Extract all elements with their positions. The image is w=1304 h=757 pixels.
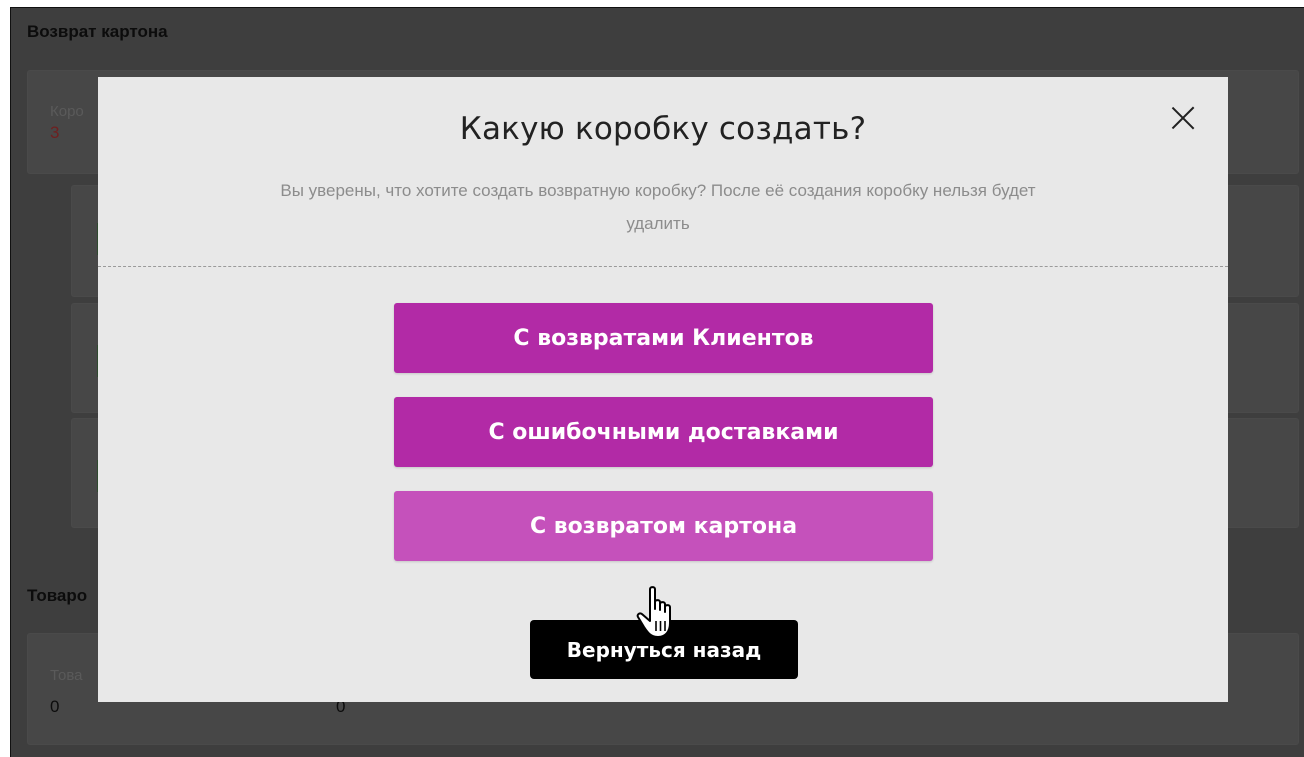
dialog-description-line2: удалить <box>626 214 690 233</box>
boxes-count: 3 <box>50 123 60 142</box>
goods-label: Това <box>50 667 83 684</box>
dialog-description-line1: Вы уверены, что хотите создать возвратну… <box>280 181 1036 200</box>
create-box-dialog: Какую коробку создать? Вы уверены, что х… <box>98 77 1228 702</box>
boxes-label: Коро <box>50 103 84 120</box>
section-title-goods: Товаро <box>27 586 88 605</box>
carton-return-button[interactable]: С возвратом картона <box>394 491 933 561</box>
page-title: Возврат картона <box>27 22 168 41</box>
close-icon[interactable] <box>1168 103 1198 133</box>
wrong-deliveries-button[interactable]: С ошибочными доставками <box>394 397 933 467</box>
goods-count: 0 <box>50 697 60 716</box>
customer-returns-button[interactable]: С возвратами Клиентов <box>394 303 933 373</box>
dialog-title: Какую коробку создать? <box>459 111 867 147</box>
hand-pointer-icon <box>636 586 671 638</box>
dialog-divider <box>98 266 1228 267</box>
dialog-description: Вы уверены, что хотите создать возвратну… <box>118 174 1198 240</box>
